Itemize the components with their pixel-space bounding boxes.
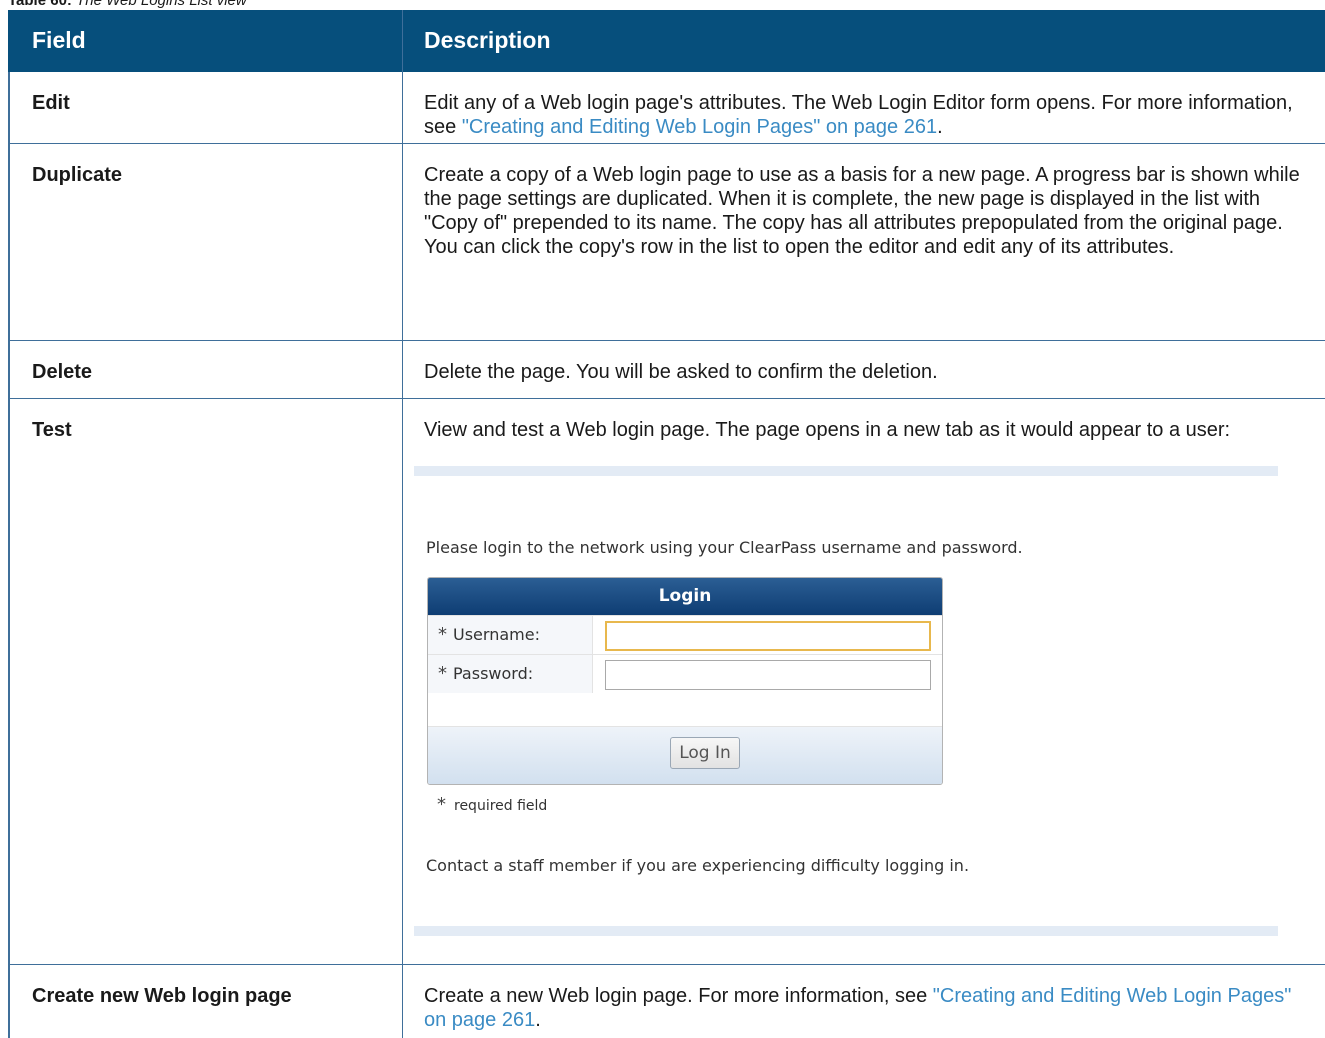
login-form-title: Login — [428, 578, 942, 615]
required-field-note: * required field — [437, 794, 548, 815]
field-description: Create a copy of a Web login page to use… — [424, 164, 1300, 258]
header-field: Field — [32, 27, 86, 53]
login-button[interactable]: Log In — [670, 737, 740, 769]
table-header: Field Description — [8, 10, 1325, 72]
password-input[interactable] — [605, 660, 931, 690]
field-name: Duplicate — [32, 164, 123, 186]
required-asterisk-icon: * — [437, 794, 446, 815]
field-description: Edit any of a Web login page's attribute… — [424, 92, 1293, 138]
field-name: Edit — [32, 92, 70, 114]
field-description: Create a new Web login page. For more in… — [424, 985, 1292, 1031]
field-name: Test — [32, 419, 72, 441]
caption-label: Table 60: — [8, 0, 72, 9]
table-row: Delete Delete the page. You will be aske… — [10, 341, 1325, 399]
preview-top-bar — [414, 466, 1278, 476]
login-form: Login * Username: * Password: Log In — [427, 577, 943, 785]
username-input[interactable] — [605, 621, 931, 651]
username-label: * Username: — [428, 616, 593, 654]
header-description: Description — [424, 27, 551, 53]
table-row: Duplicate Create a copy of a Web login p… — [10, 144, 1325, 341]
field-name: Create new Web login page — [32, 985, 292, 1007]
required-asterisk-icon: * — [438, 663, 447, 684]
preview-bottom-bar — [414, 926, 1278, 936]
login-form-footer: Log In — [428, 726, 942, 784]
table-caption: Table 60: The Web Logins List view — [8, 0, 247, 9]
password-label: * Password: — [428, 655, 593, 693]
table-row: Edit Edit any of a Web login page's attr… — [10, 72, 1325, 144]
caption-title: The Web Logins List view — [76, 0, 247, 9]
table-row: Create new Web login page Create a new W… — [10, 965, 1325, 1038]
web-logins-table: Field Description Edit Edit any of a Web… — [8, 10, 1325, 1038]
required-asterisk-icon: * — [438, 624, 447, 645]
login-help-text: Contact a staff member if you are experi… — [426, 856, 970, 875]
cross-reference-link[interactable]: "Creating and Editing Web Login Pages" o… — [462, 116, 937, 138]
field-description: Delete the page. You will be asked to co… — [424, 361, 938, 383]
login-intro-text: Please login to the network using your C… — [426, 538, 1023, 557]
password-row: * Password: — [428, 654, 942, 693]
field-name: Delete — [32, 361, 93, 383]
field-description: View and test a Web login page. The page… — [424, 419, 1231, 441]
username-row: * Username: — [428, 615, 942, 654]
